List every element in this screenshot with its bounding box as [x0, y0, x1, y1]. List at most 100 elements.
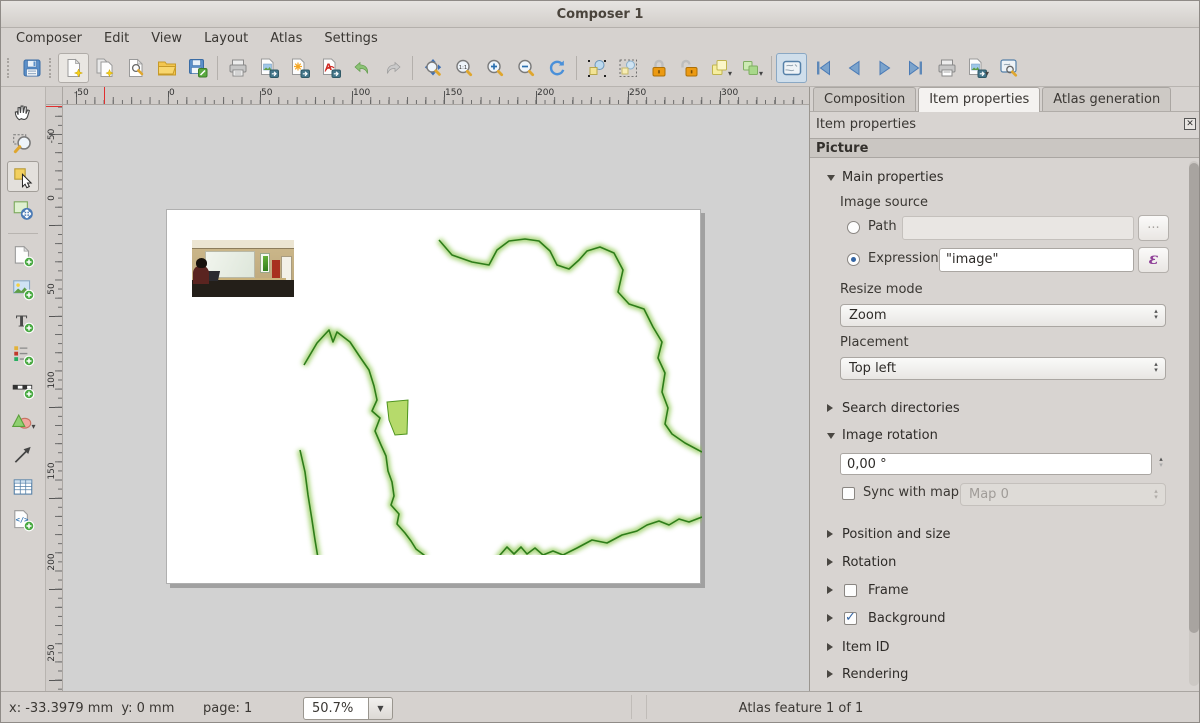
export-image-button[interactable]	[253, 53, 284, 83]
menu-edit[interactable]: Edit	[93, 29, 140, 48]
atlas-next-button[interactable]	[869, 53, 900, 83]
undo-button[interactable]	[346, 53, 377, 83]
composition-page[interactable]	[166, 209, 701, 584]
zoom-tool-button[interactable]	[7, 128, 39, 159]
sync-map-select[interactable]: Map 0	[960, 483, 1166, 506]
expand-arrow-icon[interactable]	[827, 643, 833, 651]
collapse-arrow-icon[interactable]	[827, 175, 835, 181]
expand-arrow-icon[interactable]	[827, 614, 833, 622]
add-html-button[interactable]: </>	[7, 504, 39, 535]
menu-layout[interactable]: Layout	[193, 29, 259, 48]
scrollbar-thumb[interactable]	[1189, 163, 1199, 633]
export-atlas-button[interactable]: ▾	[962, 53, 993, 83]
combo-arrows-icon[interactable]: ▴▾	[1150, 308, 1162, 320]
zoom-out-button[interactable]	[510, 53, 541, 83]
toolbar-grip[interactable]	[49, 58, 54, 78]
load-template-button[interactable]	[151, 53, 182, 83]
expand-arrow-icon[interactable]	[827, 586, 833, 594]
deselect-items-button[interactable]	[612, 53, 643, 83]
section-frame[interactable]: Frame	[868, 583, 909, 598]
tab-atlas-generation[interactable]: Atlas generation	[1042, 87, 1171, 111]
duplicate-composition-button[interactable]	[89, 53, 120, 83]
expression-radio[interactable]	[847, 253, 860, 266]
expand-arrow-icon[interactable]	[827, 404, 833, 412]
add-legend-button[interactable]	[7, 339, 39, 370]
path-input[interactable]	[902, 216, 1134, 240]
section-item-id[interactable]: Item ID	[842, 640, 890, 655]
zoom-actual-button[interactable]: 1:1	[448, 53, 479, 83]
expression-builder-button[interactable]: ε	[1138, 247, 1169, 273]
dropdown-arrow-icon[interactable]: ▾	[31, 422, 35, 435]
redo-button[interactable]	[377, 53, 408, 83]
lock-items-button[interactable]	[643, 53, 674, 83]
atlas-prev-button[interactable]	[838, 53, 869, 83]
close-panel-icon[interactable]: ✕	[1184, 118, 1196, 130]
refresh-button[interactable]	[541, 53, 572, 83]
tab-item-properties[interactable]: Item properties	[918, 87, 1040, 112]
save-template-button[interactable]	[182, 53, 213, 83]
atlas-first-button[interactable]	[807, 53, 838, 83]
add-scalebar-button[interactable]	[7, 372, 39, 403]
export-pdf-button[interactable]: A	[315, 53, 346, 83]
placement-select[interactable]: Top left	[840, 357, 1166, 380]
zoom-dropdown-icon[interactable]: ▼	[369, 697, 393, 720]
spin-arrows-icon[interactable]: ▴▾	[1155, 456, 1167, 468]
toolbar-grip[interactable]	[7, 58, 12, 78]
picture-item[interactable]	[192, 240, 294, 297]
section-rotation[interactable]: Rotation	[842, 555, 896, 570]
resize-mode-select[interactable]: Zoom	[840, 304, 1166, 327]
menu-view[interactable]: View	[140, 29, 193, 48]
section-search-directories[interactable]: Search directories	[842, 401, 960, 416]
title-bar[interactable]: Composer 1	[1, 1, 1199, 28]
zoom-level-input[interactable]: 50.7%	[303, 697, 369, 720]
atlas-preview-button[interactable]	[776, 53, 807, 83]
add-image-button[interactable]	[7, 273, 39, 304]
align-items-button[interactable]: ▾	[736, 53, 767, 83]
print-button[interactable]	[222, 53, 253, 83]
add-arrow-button[interactable]	[7, 438, 39, 469]
rotation-spinbox[interactable]: 0,00 °	[840, 453, 1152, 475]
select-items-button[interactable]	[581, 53, 612, 83]
path-radio[interactable]	[847, 221, 860, 234]
tab-composition[interactable]: Composition	[813, 87, 916, 111]
export-svg-button[interactable]	[284, 53, 315, 83]
add-shape-button[interactable]: ▾	[7, 405, 39, 436]
section-rendering[interactable]: Rendering	[842, 667, 908, 682]
atlas-last-button[interactable]	[900, 53, 931, 83]
add-label-button[interactable]: T	[7, 306, 39, 337]
section-position-and-size[interactable]: Position and size	[842, 527, 951, 542]
sync-with-map-checkbox[interactable]	[842, 487, 855, 500]
expand-arrow-icon[interactable]	[827, 530, 833, 538]
select-move-item-button[interactable]	[7, 161, 39, 192]
move-item-content-button[interactable]	[7, 194, 39, 225]
expression-input[interactable]: "image"	[939, 248, 1134, 272]
atlas-settings-button[interactable]	[993, 53, 1024, 83]
print-atlas-button[interactable]	[931, 53, 962, 83]
composition-manager-button[interactable]	[120, 53, 151, 83]
combo-arrows-icon[interactable]: ▴▾	[1150, 361, 1162, 373]
menu-settings[interactable]: Settings	[313, 29, 388, 48]
composition-canvas[interactable]	[63, 105, 809, 691]
pan-tool-button[interactable]	[7, 95, 39, 126]
background-checkbox[interactable]	[844, 612, 857, 625]
browse-button[interactable]: ...	[1138, 215, 1169, 241]
zoom-in-button[interactable]	[479, 53, 510, 83]
add-new-map-button[interactable]	[7, 240, 39, 271]
expand-arrow-icon[interactable]	[827, 670, 833, 678]
collapse-arrow-icon[interactable]	[827, 433, 835, 439]
frame-checkbox[interactable]	[844, 584, 857, 597]
menu-composer[interactable]: Composer	[5, 29, 93, 48]
expand-arrow-icon[interactable]	[827, 558, 833, 566]
section-background[interactable]: Background	[868, 611, 946, 626]
dropdown-arrow-icon[interactable]: ▾	[759, 69, 763, 82]
save-project-button[interactable]	[16, 53, 47, 83]
menu-atlas[interactable]: Atlas	[259, 29, 313, 48]
section-main-properties[interactable]: Main properties	[842, 170, 944, 185]
raise-items-button[interactable]: ▾	[705, 53, 736, 83]
dropdown-arrow-icon[interactable]: ▾	[985, 69, 989, 82]
panel-scrollbar[interactable]	[1189, 161, 1199, 686]
add-attribute-table-button[interactable]	[7, 471, 39, 502]
unlock-items-button[interactable]	[674, 53, 705, 83]
section-image-rotation[interactable]: Image rotation	[842, 428, 938, 443]
zoom-full-button[interactable]	[417, 53, 448, 83]
